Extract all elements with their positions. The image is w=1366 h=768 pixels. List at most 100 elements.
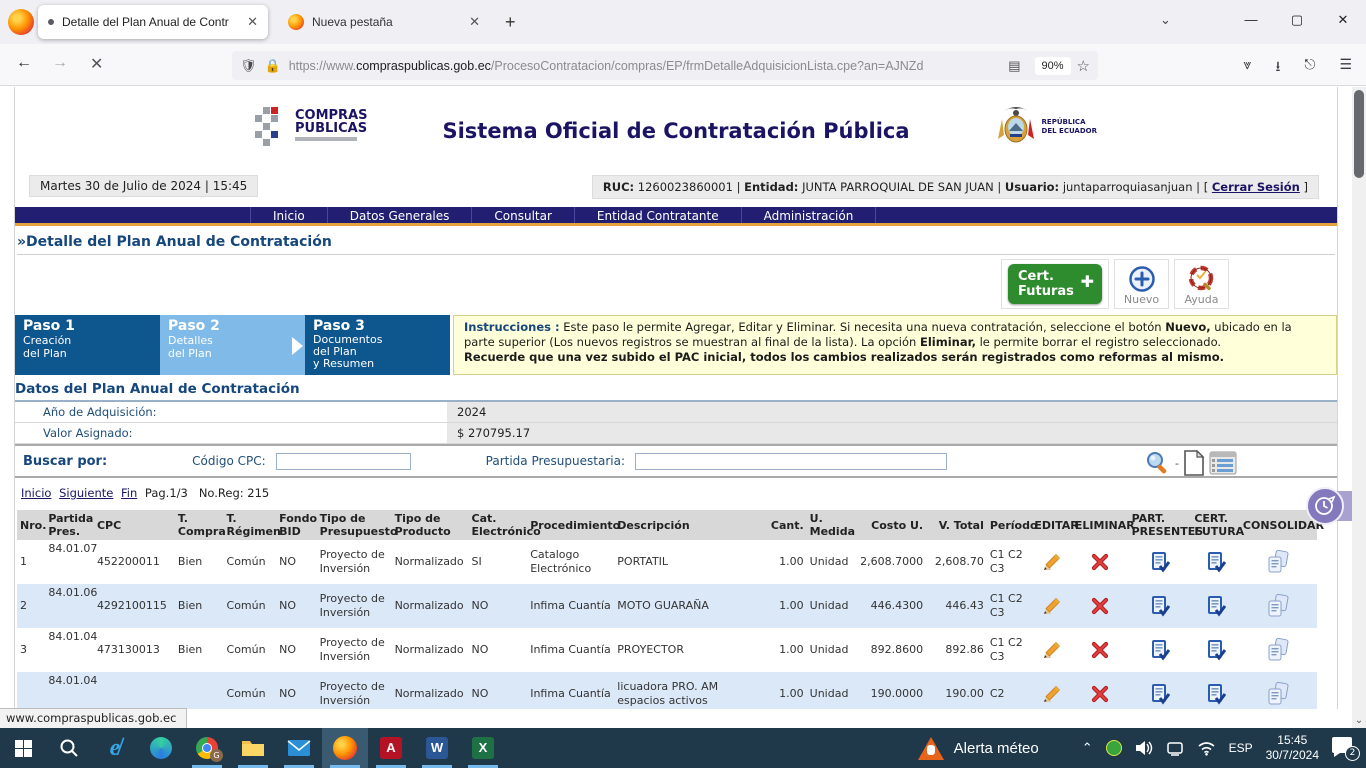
cell-editar — [1031, 672, 1071, 709]
tab-close-icon[interactable]: ✕ — [247, 14, 258, 30]
delete-x-icon[interactable] — [1091, 641, 1109, 659]
cert-futura-doc-icon[interactable] — [1206, 551, 1226, 573]
nav-datos-generales[interactable]: Datos Generales — [327, 207, 472, 223]
cert-futura-doc-icon[interactable] — [1206, 595, 1226, 617]
edit-pencil-icon[interactable] — [1042, 552, 1062, 572]
acrobat-button[interactable]: A — [368, 728, 414, 768]
new-tab-button[interactable]: + — [505, 12, 516, 33]
tab-new-page[interactable]: Nueva pestaña ✕ — [278, 5, 490, 39]
nav-administracion[interactable]: Administración — [741, 207, 877, 223]
search-magnifier-icon[interactable] — [1145, 450, 1171, 476]
url-bar[interactable]: 🛡 🔒 https://www.compraspublicas.gob.ec/P… — [232, 51, 1098, 80]
stop-button[interactable]: ✕ — [90, 54, 103, 74]
cell-tipoprod: Normalizado — [392, 628, 469, 672]
edit-pencil-icon[interactable] — [1042, 640, 1062, 660]
list-tabs-chevron-icon[interactable]: ⌄ — [1160, 13, 1171, 28]
download-icon[interactable]: ⭳ — [1275, 56, 1280, 80]
scrollbar-down-arrow[interactable]: ⌄ — [1352, 715, 1366, 726]
firefox-icon[interactable] — [8, 9, 34, 35]
participants-doc-icon[interactable] — [1150, 639, 1170, 661]
scrollbar-thumb[interactable] — [1354, 90, 1364, 178]
lock-icon[interactable]: 🔒 — [265, 58, 281, 74]
antivirus-tray-icon[interactable] — [1106, 740, 1122, 756]
participants-doc-icon[interactable] — [1150, 551, 1170, 573]
cell-part-presentes — [1129, 672, 1192, 709]
zoom-level[interactable]: 90% — [1035, 57, 1071, 75]
word-button[interactable]: W — [414, 728, 460, 768]
step-3[interactable]: Paso 3 Documentosdel Plany Resumen — [305, 315, 450, 375]
close-button[interactable]: ✕ — [1320, 0, 1366, 40]
edit-pencil-icon[interactable] — [1042, 596, 1062, 616]
pocket-icon[interactable]: ⩔ — [1244, 56, 1252, 80]
taskbar-clock[interactable]: 15:4530/7/2024 — [1266, 733, 1319, 763]
consolidate-pages-icon[interactable] — [1265, 681, 1291, 707]
screencast-icon[interactable] — [1166, 740, 1184, 756]
menu-hamburger-icon[interactable]: ☰ — [1339, 56, 1352, 80]
cell-vtotal: 892.86 — [926, 628, 987, 672]
cert-futura-doc-icon[interactable] — [1206, 639, 1226, 661]
tray-expand-chevron-icon[interactable]: ⌃ — [1082, 741, 1093, 756]
ayuda-button[interactable]: Ayuda — [1174, 259, 1229, 309]
weather-alert[interactable]: Alerta méteo — [918, 737, 1039, 760]
delete-x-icon[interactable] — [1091, 685, 1109, 703]
volume-icon[interactable] — [1135, 740, 1153, 756]
participants-doc-icon[interactable] — [1150, 683, 1170, 705]
participants-doc-icon[interactable] — [1150, 595, 1170, 617]
instructions-box: Instrucciones : Este paso le permite Agr… — [453, 315, 1337, 375]
cell-umedida: Unidad — [807, 584, 852, 628]
page-next-link[interactable]: Siguiente — [59, 486, 113, 500]
delete-x-icon[interactable] — [1091, 553, 1109, 571]
tab-active[interactable]: Detalle del Plan Anual de Contr ✕ — [38, 5, 268, 39]
page-last-link[interactable]: Fin — [121, 486, 137, 500]
list-view-icon[interactable] — [1209, 451, 1237, 475]
partida-input[interactable] — [635, 453, 947, 470]
minimize-button[interactable]: — — [1228, 0, 1274, 40]
cpc-code-input[interactable] — [276, 453, 411, 470]
cert-futuras-button[interactable]: Cert.Futuras ✚ — [1008, 264, 1102, 304]
step-1[interactable]: Paso 1 Creacióndel Plan — [15, 315, 160, 375]
assigned-value: $ 270795.17 — [447, 423, 1337, 443]
cell-consolidar — [1240, 672, 1317, 709]
consolidate-pages-icon[interactable] — [1265, 593, 1291, 619]
page-first-link[interactable]: Inicio — [21, 486, 51, 500]
excel-button[interactable]: X — [460, 728, 506, 768]
nav-entidad-contratante[interactable]: Entidad Contratante — [574, 207, 741, 223]
nuevo-button[interactable]: Nuevo — [1114, 259, 1169, 309]
language-indicator[interactable]: ESP — [1229, 741, 1253, 755]
notification-center-button[interactable]: 2 — [1332, 737, 1358, 759]
step-2-current[interactable]: Paso 2 Detallesdel Plan — [160, 315, 305, 375]
shield-icon[interactable]: 🛡 — [240, 58, 257, 74]
delete-x-icon[interactable] — [1091, 597, 1109, 615]
start-button[interactable] — [0, 728, 46, 768]
table-row: 2 84.01.06 4292100115 Bien Común NO Proy… — [17, 584, 1317, 628]
floating-recorder-widget[interactable] — [1306, 487, 1352, 525]
forward-button[interactable]: → — [52, 54, 68, 72]
edit-pencil-icon[interactable] — [1042, 684, 1062, 704]
taskbar-search-button[interactable] — [46, 728, 92, 768]
cell-part-presentes — [1129, 628, 1192, 672]
reader-view-icon[interactable]: ▤ — [1008, 58, 1020, 74]
cert-futura-doc-icon[interactable] — [1206, 683, 1226, 705]
col-costou: Costo U. — [851, 510, 926, 540]
internet-explorer-button[interactable]: e̸ — [92, 728, 138, 768]
bookmark-star-icon[interactable]: ☆ — [1077, 57, 1090, 75]
url-text[interactable]: https://www.compraspublicas.gob.ec/Proce… — [289, 59, 1009, 73]
consolidate-pages-icon[interactable] — [1265, 637, 1291, 663]
back-button[interactable]: ← — [16, 54, 32, 72]
maximize-button[interactable]: ▢ — [1274, 0, 1320, 40]
consolidate-pages-icon[interactable] — [1265, 549, 1291, 575]
share-icon[interactable]: ⎋ — [1304, 56, 1315, 80]
document-icon[interactable] — [1183, 450, 1205, 476]
firefox-taskbar-button[interactable] — [322, 728, 368, 768]
nav-inicio[interactable]: Inicio — [250, 207, 327, 223]
edge-button[interactable] — [138, 728, 184, 768]
chrome-button[interactable]: G — [184, 728, 230, 768]
mail-button[interactable] — [276, 728, 322, 768]
logout-link[interactable]: Cerrar Sesión — [1212, 180, 1300, 194]
file-explorer-button[interactable] — [230, 728, 276, 768]
tab-close-icon[interactable]: ✕ — [469, 14, 480, 30]
cell-cert-futura — [1191, 584, 1240, 628]
nav-consultar[interactable]: Consultar — [471, 207, 574, 223]
wifi-icon[interactable] — [1197, 741, 1216, 756]
page-scrollbar[interactable]: ⌄ — [1352, 87, 1366, 728]
